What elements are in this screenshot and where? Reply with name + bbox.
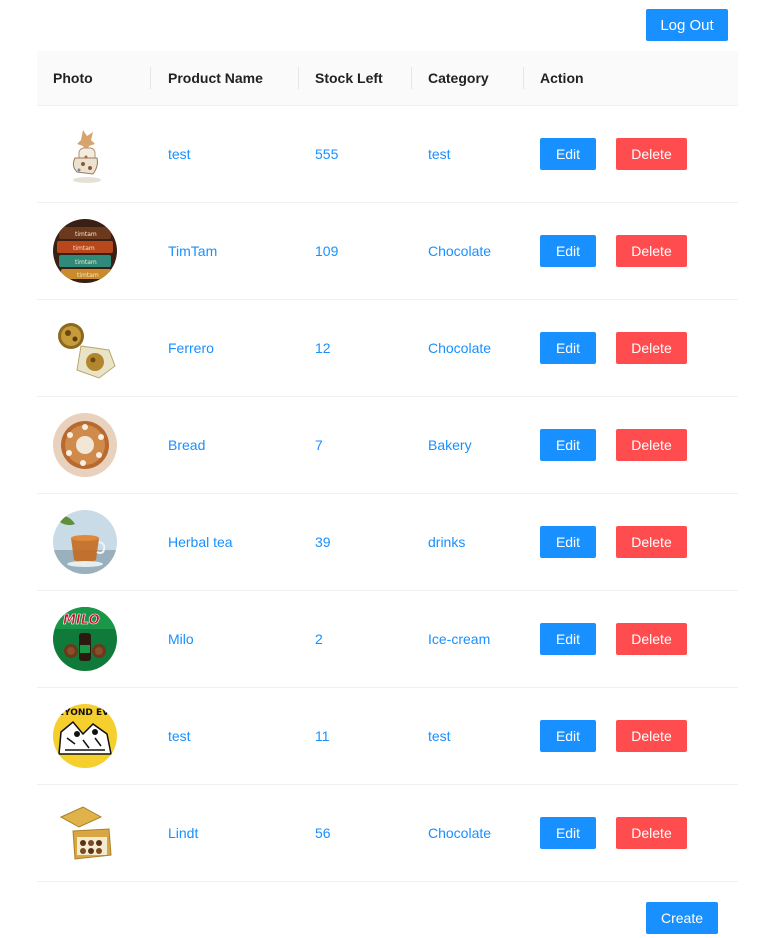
edit-button[interactable]: Edit	[540, 429, 596, 461]
category[interactable]: Chocolate	[428, 785, 491, 881]
delete-button[interactable]: Delete	[616, 235, 687, 267]
svg-text:BEYOND EVE: BEYOND EVE	[53, 708, 115, 718]
stock-left[interactable]: 12	[315, 300, 331, 396]
product-name[interactable]: Ferrero	[168, 300, 214, 396]
column-header-category: Category	[428, 70, 489, 86]
stock-left[interactable]: 39	[315, 494, 331, 590]
product-table: Photo Product Name Stock Left Category A…	[37, 51, 738, 882]
product-name[interactable]: Lindt	[168, 785, 198, 881]
column-header-stock-left: Stock Left	[315, 70, 383, 86]
stock-left[interactable]: 7	[315, 397, 323, 493]
product-name[interactable]: test	[168, 106, 191, 202]
category[interactable]: Bakery	[428, 397, 472, 493]
product-name[interactable]: Bread	[168, 397, 205, 493]
delete-button[interactable]: Delete	[616, 526, 687, 558]
product-photo: BEYOND EVE	[53, 704, 117, 768]
table-row: Bread 7 Bakery Edit Delete	[37, 397, 738, 494]
table-header: Photo Product Name Stock Left Category A…	[37, 51, 738, 106]
svg-text:timtam: timtam	[75, 231, 97, 238]
category[interactable]: test	[428, 106, 451, 202]
column-divider	[523, 67, 524, 89]
svg-text:timtam: timtam	[75, 259, 97, 266]
stock-left[interactable]: 11	[315, 688, 330, 784]
stock-left[interactable]: 555	[315, 106, 338, 202]
svg-text:timtam: timtam	[77, 272, 99, 279]
table-row: Ferrero 12 Chocolate Edit Delete	[37, 300, 738, 397]
product-name[interactable]: Herbal tea	[168, 494, 233, 590]
edit-button[interactable]: Edit	[540, 235, 596, 267]
table-row: timtam timtam timtam timtam TimTam 109 C…	[37, 203, 738, 300]
delete-button[interactable]: Delete	[616, 817, 687, 849]
svg-text:timtam: timtam	[73, 245, 95, 252]
stock-left[interactable]: 109	[315, 203, 338, 299]
product-photo	[53, 801, 117, 865]
table-row: Herbal tea 39 drinks Edit Delete	[37, 494, 738, 591]
product-name[interactable]: Milo	[168, 591, 194, 687]
edit-button[interactable]: Edit	[540, 526, 596, 558]
product-photo	[53, 510, 117, 574]
create-button[interactable]: Create	[646, 902, 718, 934]
delete-button[interactable]: Delete	[616, 332, 687, 364]
stock-left[interactable]: 56	[315, 785, 331, 881]
category[interactable]: Chocolate	[428, 300, 491, 396]
product-photo: MILO	[53, 607, 117, 671]
category[interactable]: drinks	[428, 494, 465, 590]
delete-button[interactable]: Delete	[616, 720, 687, 752]
svg-text:MILO: MILO	[63, 613, 100, 628]
delete-button[interactable]: Delete	[616, 623, 687, 655]
edit-button[interactable]: Edit	[540, 817, 596, 849]
edit-button[interactable]: Edit	[540, 138, 596, 170]
delete-button[interactable]: Delete	[616, 429, 687, 461]
column-header-action: Action	[540, 70, 584, 86]
column-divider	[150, 67, 151, 89]
column-divider	[298, 67, 299, 89]
stock-left[interactable]: 2	[315, 591, 323, 687]
column-divider	[411, 67, 412, 89]
column-header-photo: Photo	[53, 70, 93, 86]
edit-button[interactable]: Edit	[540, 623, 596, 655]
product-name[interactable]: test	[168, 688, 191, 784]
product-photo	[53, 316, 117, 380]
logout-button[interactable]: Log Out	[646, 9, 728, 41]
edit-button[interactable]: Edit	[540, 720, 596, 752]
product-name[interactable]: TimTam	[168, 203, 217, 299]
category[interactable]: Ice-cream	[428, 591, 490, 687]
product-photo	[53, 122, 117, 186]
product-photo	[53, 413, 117, 477]
edit-button[interactable]: Edit	[540, 332, 596, 364]
column-header-product-name: Product Name	[168, 70, 263, 86]
product-photo: timtam timtam timtam timtam	[53, 219, 117, 283]
table-row: test 555 test Edit Delete	[37, 106, 738, 203]
table-row: MILO Milo 2 Ice-cream Edit Delete	[37, 591, 738, 688]
category[interactable]: test	[428, 688, 451, 784]
table-row: Lindt 56 Chocolate Edit Delete	[37, 785, 738, 882]
category[interactable]: Chocolate	[428, 203, 491, 299]
delete-button[interactable]: Delete	[616, 138, 687, 170]
table-row: BEYOND EVE test 11 test Edit Delete	[37, 688, 738, 785]
